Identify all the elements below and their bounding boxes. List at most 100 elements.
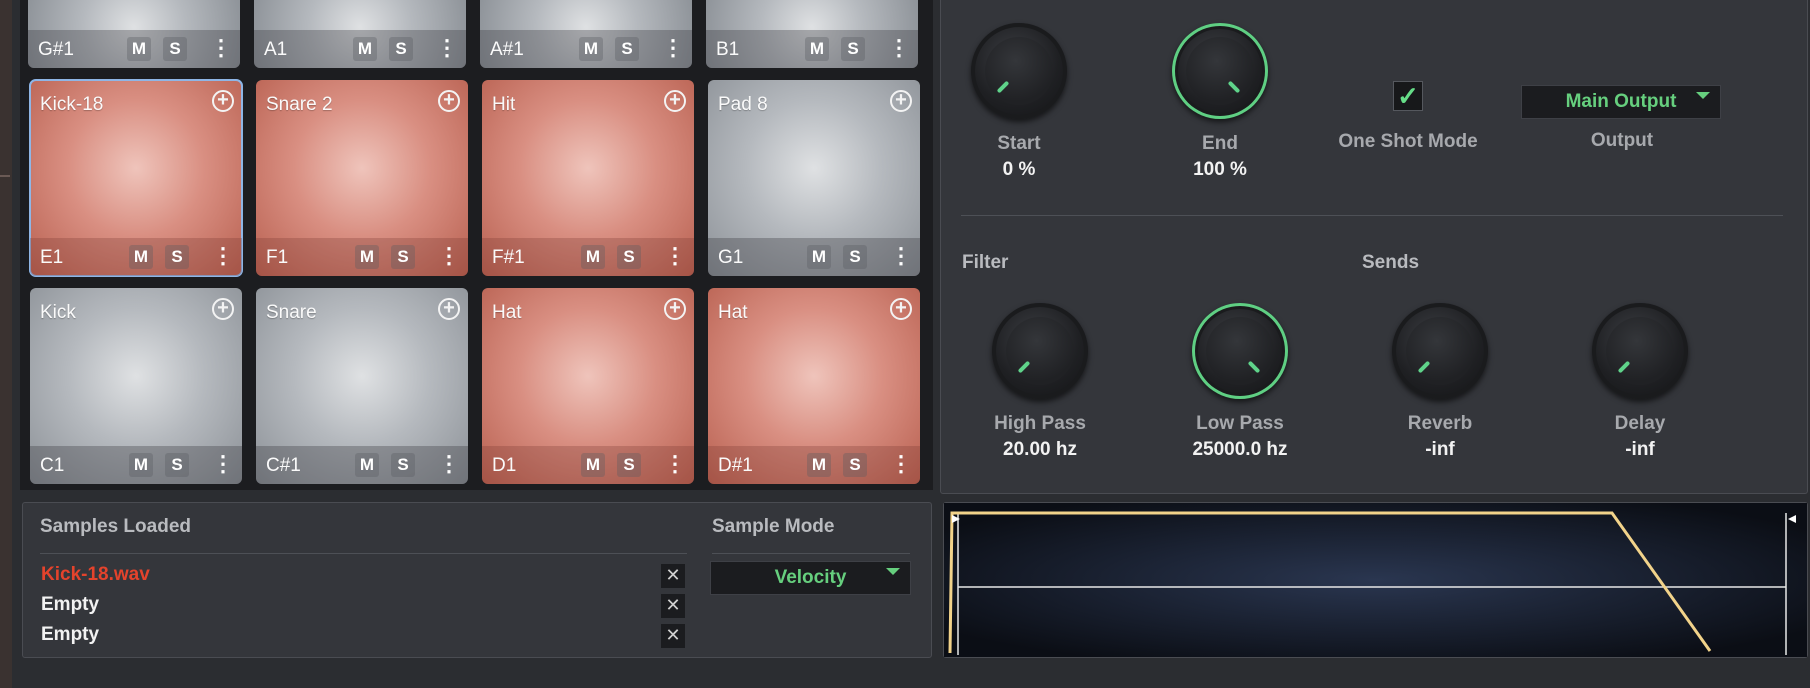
pad-b1[interactable]: B1 M S ⋮ — [706, 0, 918, 68]
pad-note-label: B1 — [716, 39, 740, 60]
output-selected-value: Main Output — [1565, 91, 1677, 112]
pad-kick-18[interactable]: Kick-18 + E1 M S ⋮ — [29, 79, 243, 277]
pad-name-label: Snare — [266, 302, 317, 323]
add-sample-icon[interactable]: + — [890, 298, 912, 320]
remove-sample-3-icon[interactable]: ✕ — [661, 624, 685, 648]
left-panel-edge — [0, 0, 12, 688]
knob-face — [1206, 317, 1274, 385]
edge-marker — [0, 175, 10, 177]
pad-pad-8[interactable]: Pad 8 + G1 M S ⋮ — [708, 80, 920, 276]
pad-gs1[interactable]: G#1 M S ⋮ — [28, 0, 240, 68]
pad-note-label: A#1 — [490, 39, 524, 60]
mute-button[interactable]: M — [807, 453, 831, 477]
pad-menu-icon[interactable]: ⋮ — [212, 451, 234, 477]
pad-menu-icon[interactable]: ⋮ — [438, 451, 460, 477]
add-sample-icon[interactable]: + — [438, 90, 460, 112]
add-sample-icon[interactable]: + — [212, 298, 234, 320]
mute-button[interactable]: M — [581, 453, 605, 477]
mute-button[interactable]: M — [355, 453, 379, 477]
solo-button[interactable]: S — [617, 245, 641, 269]
samples-divider — [40, 553, 687, 554]
pad-hat-ds1[interactable]: Hat + D#1 M S ⋮ — [708, 288, 920, 484]
pad-note-label: E1 — [40, 247, 64, 268]
pad-menu-icon[interactable]: ⋮ — [662, 35, 684, 61]
pad-note-label: G1 — [718, 247, 744, 268]
solo-button[interactable]: S — [165, 453, 189, 477]
mute-button[interactable]: M — [129, 453, 153, 477]
solo-button[interactable]: S — [617, 453, 641, 477]
pad-note-label: F#1 — [492, 247, 525, 268]
pad-footer: A1 M S ⋮ — [254, 30, 466, 68]
pad-menu-icon[interactable]: ⋮ — [436, 35, 458, 61]
pad-menu-icon[interactable]: ⋮ — [890, 243, 912, 269]
mute-button[interactable]: M — [581, 245, 605, 269]
solo-button[interactable]: S — [843, 245, 867, 269]
remove-sample-1-icon[interactable]: ✕ — [661, 564, 685, 588]
mute-button[interactable]: M — [353, 37, 377, 61]
pad-hit[interactable]: Hit + F#1 M S ⋮ — [482, 80, 694, 276]
solo-button[interactable]: S — [163, 37, 187, 61]
solo-button[interactable]: S — [843, 453, 867, 477]
solo-button[interactable]: S — [391, 245, 415, 269]
envelope-graph — [944, 503, 1807, 657]
pad-snare[interactable]: Snare + C#1 M S ⋮ — [256, 288, 468, 484]
sample-mode-dropdown[interactable]: Velocity — [710, 561, 911, 595]
pad-as1[interactable]: A#1 M S ⋮ — [480, 0, 692, 68]
pad-menu-icon[interactable]: ⋮ — [212, 243, 234, 269]
pad-footer: G#1 M S ⋮ — [28, 30, 240, 68]
pad-menu-icon[interactable]: ⋮ — [888, 35, 910, 61]
pad-footer: E1 M S ⋮ — [30, 238, 242, 276]
solo-button[interactable]: S — [841, 37, 865, 61]
mute-button[interactable]: M — [579, 37, 603, 61]
pad-footer: D1 M S ⋮ — [482, 446, 694, 484]
pad-snare-2[interactable]: Snare 2 + F1 M S ⋮ — [256, 80, 468, 276]
low-pass-knob[interactable] — [1192, 303, 1288, 399]
start-value: 0 % — [1002, 159, 1036, 180]
solo-button[interactable]: S — [391, 453, 415, 477]
pad-note-label: G#1 — [38, 39, 74, 60]
pad-note-label: C#1 — [266, 455, 301, 476]
pad-menu-icon[interactable]: ⋮ — [210, 35, 232, 61]
mute-button[interactable]: M — [807, 245, 831, 269]
samples-loaded-panel: Samples Loaded Kick-18.wav ✕ Empty ✕ Emp… — [22, 502, 932, 658]
mute-button[interactable]: M — [127, 37, 151, 61]
solo-button[interactable]: S — [615, 37, 639, 61]
pad-menu-icon[interactable]: ⋮ — [664, 243, 686, 269]
remove-sample-2-icon[interactable]: ✕ — [661, 594, 685, 618]
mute-button[interactable]: M — [805, 37, 829, 61]
pad-name-label: Kick — [40, 302, 76, 323]
output-dropdown[interactable]: Main Output — [1521, 85, 1721, 119]
pad-kick[interactable]: Kick + C1 M S ⋮ — [30, 288, 242, 484]
pad-hat-d1[interactable]: Hat + D1 M S ⋮ — [482, 288, 694, 484]
sample-slot-2[interactable]: Empty — [41, 594, 99, 616]
pad-menu-icon[interactable]: ⋮ — [890, 451, 912, 477]
mute-button[interactable]: M — [355, 245, 379, 269]
end-knob[interactable] — [1172, 23, 1268, 119]
knob-face — [1606, 317, 1674, 385]
add-sample-icon[interactable]: + — [438, 298, 460, 320]
sample-slot-3[interactable]: Empty — [41, 624, 99, 646]
reverb-knob[interactable] — [1392, 303, 1488, 399]
high-pass-knob[interactable] — [992, 303, 1088, 399]
solo-button[interactable]: S — [165, 245, 189, 269]
envelope-display[interactable] — [943, 502, 1808, 658]
solo-button[interactable]: S — [389, 37, 413, 61]
pad-name-label: Snare 2 — [266, 94, 333, 115]
one-shot-mode-checkbox[interactable]: ✓ — [1393, 81, 1423, 111]
pad-grid: G#1 M S ⋮ A1 M S ⋮ A#1 M S ⋮ B1 M S ⋮ Ki… — [20, 0, 933, 490]
start-knob[interactable] — [971, 23, 1067, 119]
pad-a1[interactable]: A1 M S ⋮ — [254, 0, 466, 68]
section-divider — [961, 215, 1783, 216]
mute-button[interactable]: M — [129, 245, 153, 269]
add-sample-icon[interactable]: + — [664, 90, 686, 112]
delay-knob[interactable] — [1592, 303, 1688, 399]
samples-loaded-title: Samples Loaded — [40, 516, 191, 537]
add-sample-icon[interactable]: + — [664, 298, 686, 320]
add-sample-icon[interactable]: + — [890, 90, 912, 112]
add-sample-icon[interactable]: + — [212, 90, 234, 112]
start-label: Start — [997, 133, 1041, 154]
pad-menu-icon[interactable]: ⋮ — [438, 243, 460, 269]
pad-menu-icon[interactable]: ⋮ — [664, 451, 686, 477]
sample-slot-1[interactable]: Kick-18.wav — [41, 564, 150, 586]
pad-footer: F1 M S ⋮ — [256, 238, 468, 276]
